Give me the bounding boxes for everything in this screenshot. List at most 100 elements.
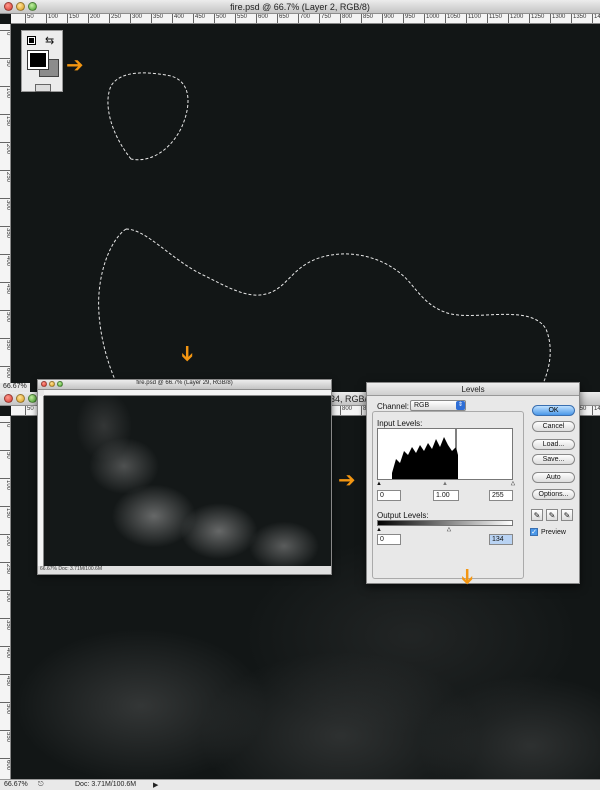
zoom-readout[interactable]: 66.67% [0,383,30,392]
ruler-tick: 1050 [445,14,460,23]
ruler-tick: 1350 [571,14,586,23]
status-bar: 66.67% ⎋ Doc: 3.71M/100.6M ▶ [0,779,600,790]
swap-colors-icon[interactable]: ⇆ [45,34,54,47]
save-button[interactable]: Save... [532,454,575,465]
ruler-tick: 100 [0,86,10,98]
horizontal-ruler: 50 100 150 200 250 300 350 400 450 500 550 600 650 70… [11,14,600,24]
preview-toggle[interactable]: ✓ Preview [530,528,566,536]
cancel-button[interactable]: Cancel [532,421,575,432]
input-gamma-field[interactable]: 1.00 [433,490,459,501]
ruler-tick: 1100 [466,14,481,23]
ruler-tick: 850 [361,14,373,23]
status-menu-arrow-icon[interactable]: ▶ [153,781,158,789]
input-black-field[interactable]: 0 [377,490,401,501]
white-eyedropper-icon[interactable]: ✎ [561,509,573,521]
ruler-tick: 50 [25,14,34,23]
zoom-button[interactable] [28,394,37,403]
doc-size: Doc: 3.71M/100.6M [75,781,137,788]
quick-mask-icon[interactable] [35,84,51,92]
foreground-color-swatch[interactable] [27,50,49,70]
preview-canvas[interactable] [44,396,331,566]
eyedropper-group: ✎ ✎ ✎ [531,509,573,521]
channel-select[interactable]: RGB ⇕ [410,400,466,411]
preview-document-window: fire.psd @ 66.7% (Layer 29, RGB/8) 66.67… [37,379,332,575]
output-black-field[interactable]: 0 [377,534,401,545]
ok-button[interactable]: OK [532,405,575,416]
white-point-slider[interactable]: ▲ [510,481,516,488]
marching-ants-path [98,228,551,392]
input-white-field[interactable]: 255 [489,490,513,501]
black-eyedropper-icon[interactable]: ✎ [531,509,543,521]
ruler-tick: 50 [25,406,34,415]
levels-dialog: Levels Channel: RGB ⇕ Input Levels: ▲ ▲ … [366,382,580,584]
output-levels-label: Output Levels: [377,511,429,520]
color-swatches-panel: ⇆ [21,30,63,92]
ruler-tick: 250 [0,562,10,574]
preview-window-title: fire.psd @ 66.7% (Layer 29, RGB/8) [136,380,233,386]
chevron-updown-icon: ⇕ [456,401,465,410]
preview-label: Preview [541,528,566,536]
ruler-tick: 150 [0,114,10,126]
output-white-slider[interactable]: ▲ [446,527,452,534]
vertical-ruler: 050100150200250300350400450500550600650 [0,416,11,790]
input-levels-label: Input Levels: [377,419,423,428]
ruler-tick: 300 [130,14,142,23]
ruler-tick: 600 [256,14,268,23]
ruler-tick: 350 [151,14,163,23]
ruler-tick: 150 [0,506,10,518]
ruler-tick: 50 [0,58,10,67]
ruler-tick: 500 [0,310,10,322]
ruler-tick: 1250 [529,14,544,23]
default-colors-icon[interactable] [27,36,36,45]
ruler-tick: 750 [319,14,331,23]
ruler-tick: 150 [67,14,79,23]
black-point-slider[interactable]: ▲ [376,481,382,487]
load-button[interactable]: Load... [532,439,575,450]
window-controls [4,394,37,403]
orange-arrow-icon: ➔ [455,567,480,586]
gray-eyedropper-icon[interactable]: ✎ [546,509,558,521]
ruler-tick: 300 [0,198,10,210]
preview-window-titlebar[interactable]: fire.psd @ 66.7% (Layer 29, RGB/8) [38,380,331,390]
ruler-tick: 200 [0,534,10,546]
ruler-tick: 0 [0,422,10,427]
orange-arrow-icon: ➔ [338,468,356,492]
ruler-tick: 100 [46,14,58,23]
ruler-tick: 650 [277,14,289,23]
ruler-tick: 300 [0,590,10,602]
minimize-button[interactable] [16,394,25,403]
zoom-readout[interactable]: 66.67% [4,781,28,788]
vertical-ruler: 050100150200250300350400450500550600650 [0,24,11,392]
close-button[interactable] [4,394,13,403]
orange-arrow-icon: ➔ [175,344,200,363]
ruler-tick: 350 [0,618,10,630]
ruler-tick: 1000 [424,14,439,23]
ruler-tick: 1150 [487,14,502,23]
ruler-tick: 900 [382,14,394,23]
ruler-tick: 550 [0,338,10,350]
top-window-title: fire.psd @ 66.7% (Layer 2, RGB/8) [230,2,370,12]
ruler-tick: 1400 [592,406,600,415]
orange-arrow-icon: ➔ [66,53,84,77]
options-button[interactable]: Options... [532,489,575,500]
preview-checkbox[interactable]: ✓ [530,528,538,536]
ruler-tick: 700 [298,14,310,23]
output-gradient [377,520,513,526]
ruler-tick: 600 [0,758,10,770]
gamma-slider[interactable]: ▲ [442,481,448,487]
ruler-tick: 200 [0,142,10,154]
ruler-tick: 250 [109,14,121,23]
preview-status-bar: 66.67% Doc: 3.71M/100.6M [38,566,331,574]
output-white-field[interactable]: 134 [489,534,513,545]
top-canvas[interactable] [11,24,600,392]
ruler-tick: 400 [0,646,10,658]
histogram [377,428,513,480]
output-black-slider[interactable]: ▲ [376,527,382,533]
top-document-window: fire.psd @ 66.7% (Layer 2, RGB/8) 50 100 1… [0,0,600,392]
ruler-tick: 950 [403,14,415,23]
ruler-tick: 450 [0,282,10,294]
ruler-tick: 250 [0,170,10,182]
auto-button[interactable]: Auto [532,472,575,483]
info-icon[interactable]: ⎋ [38,781,44,789]
top-window-titlebar[interactable]: fire.psd @ 66.7% (Layer 2, RGB/8) [0,0,600,14]
